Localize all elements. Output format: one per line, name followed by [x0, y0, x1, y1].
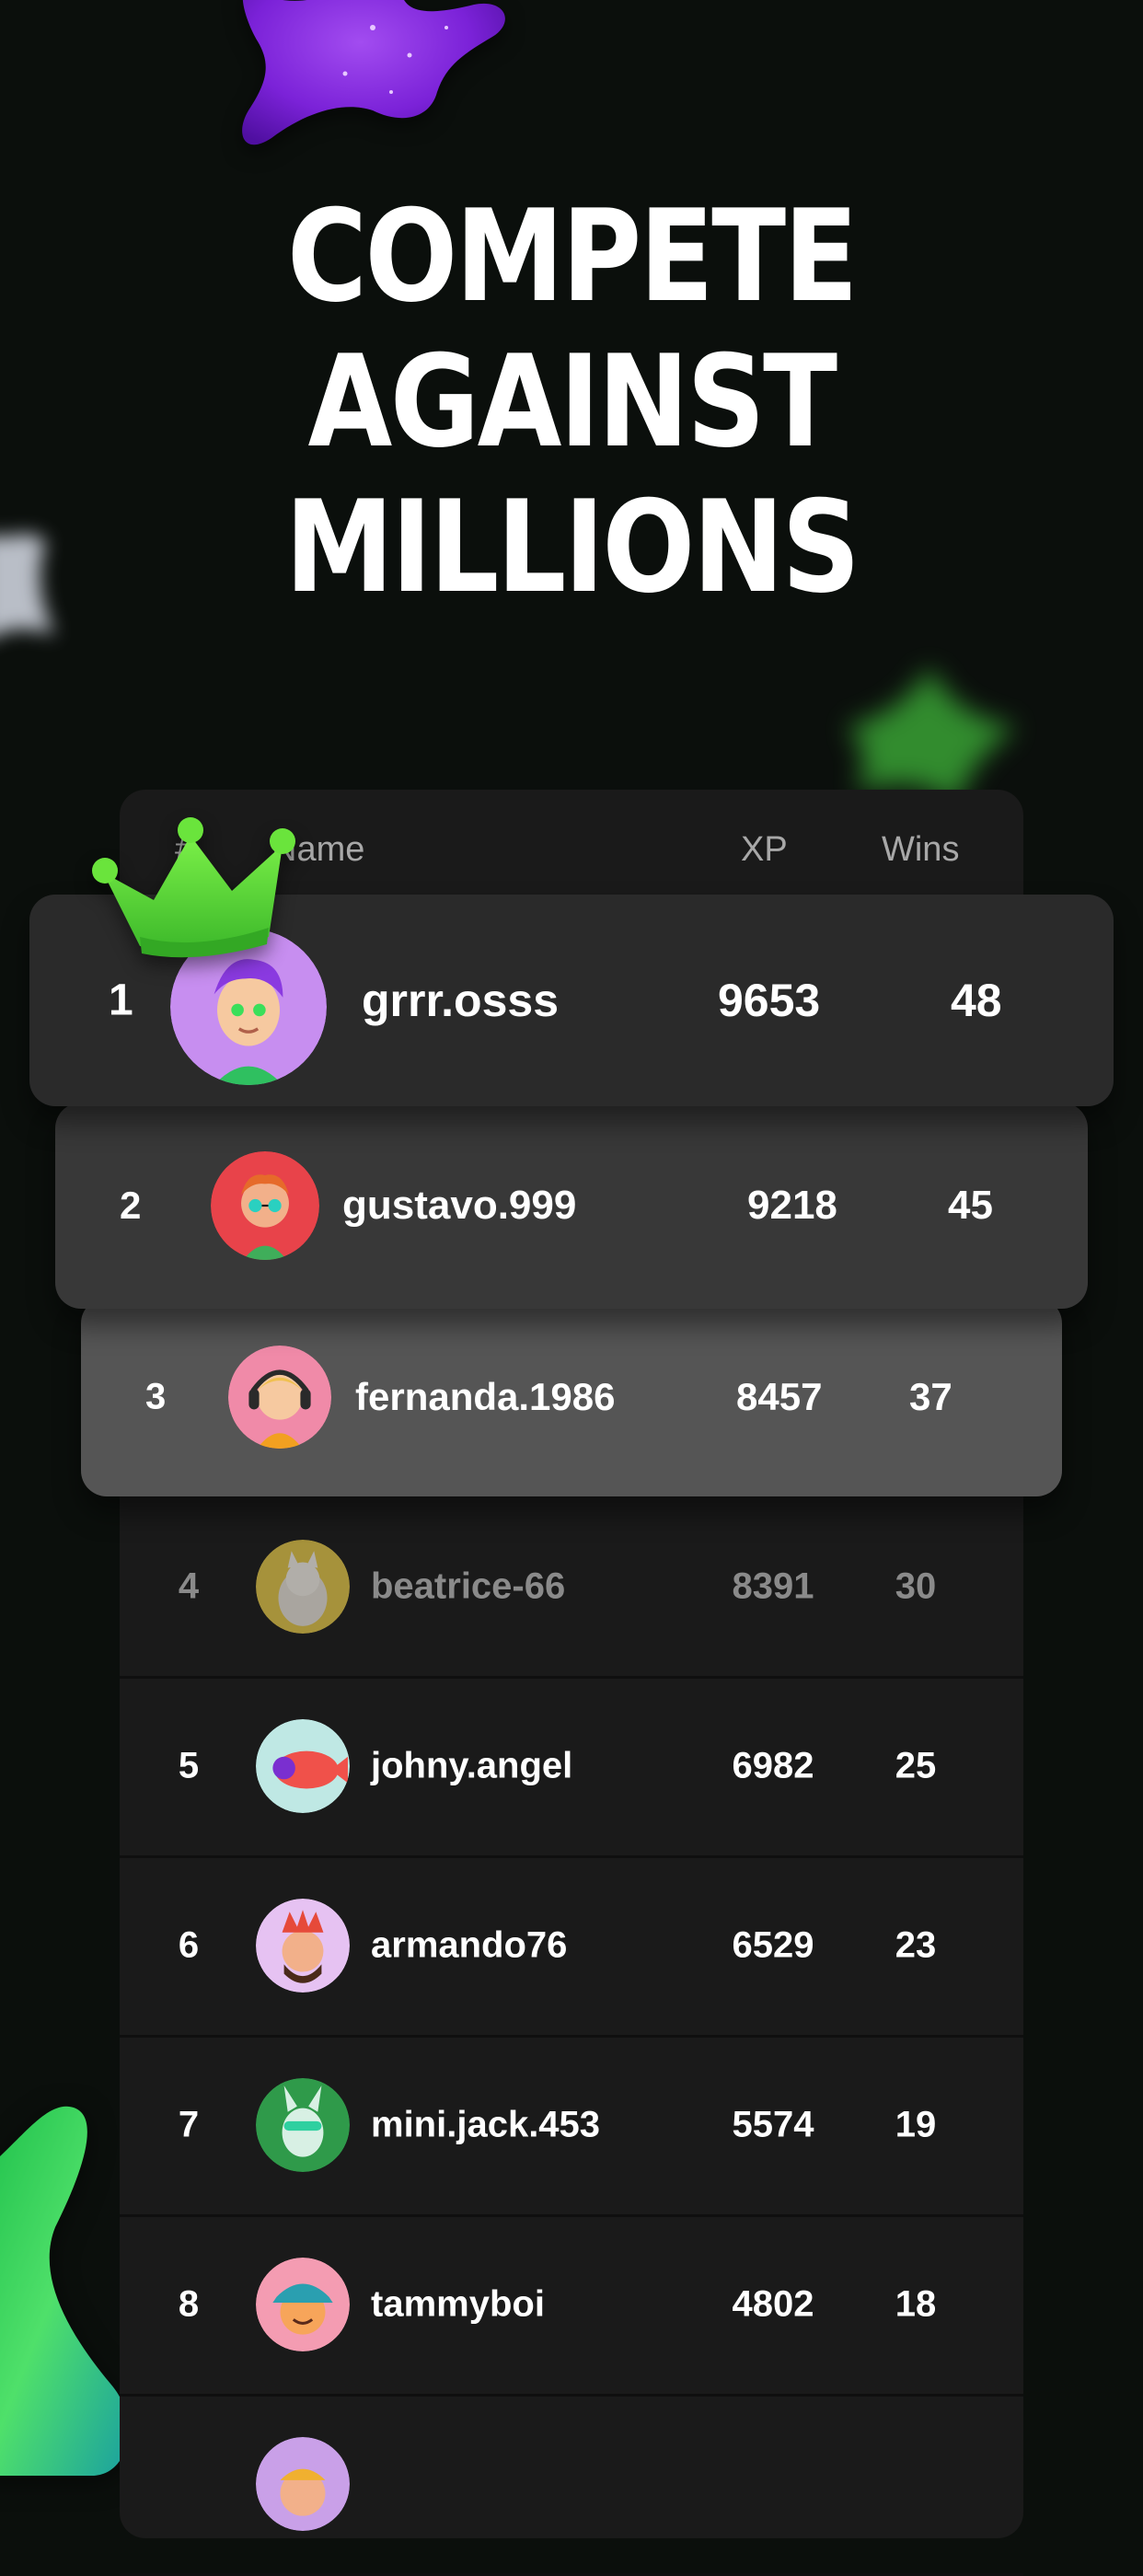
row-rank: 8	[178, 2283, 200, 2324]
card-username: grrr.osss	[362, 975, 560, 1026]
page-headline: COMPETE AGAINST MILLIONS	[80, 184, 1063, 620]
row-rank: 5	[178, 1745, 200, 1785]
row-xp: 5574	[732, 2104, 814, 2144]
leaderboard-row[interactable]: 4 beatrice-66 8391 30	[120, 1496, 1023, 1679]
leaderboard-card-third[interactable]: 3 fernanda.1986 8457 37	[81, 1298, 1062, 1496]
card-rank: 3	[145, 1376, 167, 1417]
row-wins: 18	[895, 2283, 937, 2324]
user-avatar	[256, 1718, 350, 1813]
row-rank: 6	[178, 1924, 200, 1965]
leaderboard-row[interactable]: 7 mini.jack.453 5574 19	[120, 2035, 1023, 2217]
row-username: armando76	[371, 1924, 568, 1965]
row-username: johny.angel	[371, 1745, 573, 1785]
row-username: tammyboi	[371, 2283, 545, 2324]
card-wins: 37	[909, 1375, 952, 1418]
leaderboard-card-second[interactable]: 2 gustavo.999 9218 45	[55, 1103, 1088, 1309]
white-star-decoration	[0, 534, 55, 635]
card-xp: 9653	[718, 975, 821, 1026]
row-xp: 6529	[732, 1924, 814, 1965]
row-username: mini.jack.453	[371, 2104, 601, 2144]
row-wins: 19	[895, 2104, 937, 2144]
card-wins: 45	[948, 1183, 993, 1228]
row-xp: 4802	[732, 2283, 814, 2324]
column-header-wins: Wins	[882, 830, 960, 869]
user-avatar	[256, 2077, 350, 2172]
headline-line-2: AGAINST	[307, 328, 838, 476]
user-avatar	[211, 1151, 319, 1260]
card-xp: 9218	[747, 1183, 837, 1228]
card-rank: 1	[109, 976, 133, 1025]
leaderboard-row[interactable]: 8 tammyboi 4802 18	[120, 2214, 1023, 2397]
row-wins: 23	[895, 1924, 937, 1965]
row-rank: 4	[178, 1565, 200, 1606]
green-star-decoration	[847, 667, 1017, 805]
row-username: beatrice-66	[371, 1565, 566, 1606]
column-header-xp: XP	[741, 830, 788, 869]
user-avatar	[228, 1346, 331, 1449]
row-wins: 30	[895, 1565, 937, 1606]
card-username: fernanda.1986	[355, 1375, 616, 1418]
leaderboard-row[interactable]: 5 johny.angel 6982 25	[120, 1676, 1023, 1858]
purple-star-decoration	[242, 0, 505, 145]
leaderboard-row[interactable]: 6 armando76 6529 23	[120, 1855, 1023, 2038]
headline-line-1: COMPETE	[286, 182, 859, 330]
card-rank: 2	[120, 1184, 142, 1227]
headline-line-3: MILLIONS	[284, 473, 860, 621]
card-xp: 8457	[736, 1375, 823, 1418]
card-username: gustavo.999	[342, 1183, 577, 1228]
row-rank: 7	[178, 2104, 200, 2144]
user-avatar	[256, 1539, 350, 1634]
row-wins: 25	[895, 1745, 937, 1785]
card-wins: 48	[951, 975, 1002, 1026]
user-avatar	[256, 1898, 350, 1993]
leaderboard-row[interactable]	[120, 2394, 1023, 2576]
crown-icon	[92, 817, 295, 958]
user-avatar	[256, 2257, 350, 2351]
row-xp: 6982	[732, 1745, 814, 1785]
row-xp: 8391	[732, 1565, 814, 1606]
user-avatar	[256, 2436, 350, 2531]
